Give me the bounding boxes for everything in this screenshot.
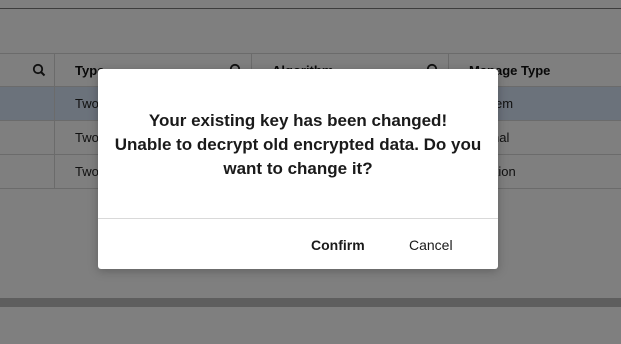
confirm-dialog: Your existing key has been changed! Unab…	[98, 69, 498, 269]
confirm-button[interactable]: Confirm	[305, 232, 371, 258]
app-page: Type Algorithm Manage Type Two	[0, 0, 621, 344]
dialog-message-line: want to change it?	[223, 159, 373, 178]
dialog-message-line: Your existing key has been changed!	[148, 111, 448, 130]
dialog-message: Your existing key has been changed! Unab…	[98, 109, 498, 181]
dialog-divider	[98, 218, 498, 219]
cancel-button[interactable]: Cancel	[403, 232, 459, 258]
dialog-message-line: Unable to decrypt old encrypted data. Do…	[114, 135, 482, 154]
